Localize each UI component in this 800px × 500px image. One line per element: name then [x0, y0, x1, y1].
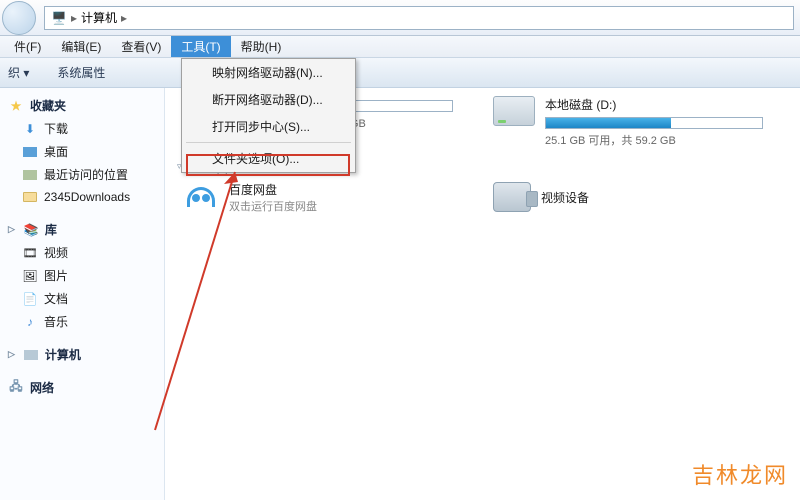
document-icon: 📄	[22, 291, 38, 307]
sidebar-item-documents[interactable]: 📄 文档	[0, 287, 164, 310]
picture-icon: 🖼	[22, 268, 38, 284]
library-icon: 📚	[23, 222, 39, 238]
sidebar-libraries[interactable]: ▷ 📚 库	[0, 218, 164, 241]
menu-separator	[186, 142, 351, 143]
menu-edit[interactable]: 编辑(E)	[51, 36, 111, 57]
toolbar-system-properties[interactable]: 系统属性	[57, 64, 105, 81]
sidebar-item-label: 最近访问的位置	[44, 166, 128, 183]
back-button[interactable]	[2, 1, 36, 35]
sidebar-libraries-label: 库	[45, 221, 57, 238]
expand-icon: ▷	[8, 224, 15, 235]
toolbar-organize[interactable]: 织 ▾	[8, 64, 29, 81]
desktop-icon	[22, 144, 38, 160]
network-icon: 🖧	[8, 380, 24, 396]
sidebar: ★ 收藏夹 ⬇ 下载 桌面 最近访问的位置 2345Downloads ▷	[0, 88, 165, 500]
folder-icon	[22, 189, 38, 205]
address-bar[interactable]: 🖥️ ▸ 计算机 ▸	[44, 6, 794, 30]
menu-map-network-drive[interactable]: 映射网络驱动器(N)...	[182, 59, 355, 86]
titlebar: 🖥️ ▸ 计算机 ▸	[0, 0, 800, 36]
menu-view[interactable]: 查看(V)	[111, 36, 171, 57]
menu-file[interactable]: 件(F)	[4, 36, 51, 57]
watermark: 吉林龙网	[692, 458, 788, 490]
sidebar-computer-label: 计算机	[45, 346, 81, 363]
sidebar-network[interactable]: 🖧 网络	[0, 376, 164, 399]
sidebar-item-label: 视频	[44, 244, 68, 261]
item-baidu-netdisk[interactable]: 百度网盘 双击运行百度网盘	[183, 179, 453, 215]
toolbar: 织 ▾ 系统属性 打开控制面板	[0, 58, 800, 88]
sidebar-item-downloads[interactable]: ⬇ 下载	[0, 117, 164, 140]
expand-icon: ▷	[8, 349, 15, 360]
star-icon: ★	[8, 98, 24, 114]
drive-usage-bar	[545, 117, 763, 129]
sidebar-item-pictures[interactable]: 🖼 图片	[0, 264, 164, 287]
recent-icon	[22, 167, 38, 183]
breadcrumb-location[interactable]: 计算机	[81, 9, 117, 26]
sidebar-item-label: 文档	[44, 290, 68, 307]
sidebar-favorites[interactable]: ★ 收藏夹	[0, 94, 164, 117]
sidebar-favorites-label: 收藏夹	[30, 97, 66, 114]
item-title: 视频设备	[541, 189, 589, 206]
main-area: ★ 收藏夹 ⬇ 下载 桌面 最近访问的位置 2345Downloads ▷	[0, 88, 800, 500]
drive-free-text: 25.1 GB 可用，共 59.2 GB	[545, 132, 763, 148]
menu-tools[interactable]: 工具(T)	[171, 36, 230, 57]
sidebar-item-label: 2345Downloads	[44, 190, 130, 204]
sidebar-item-2345downloads[interactable]: 2345Downloads	[0, 186, 164, 208]
music-icon: ♪	[22, 314, 38, 330]
sidebar-item-music[interactable]: ♪ 音乐	[0, 310, 164, 333]
computer-icon	[23, 347, 39, 363]
menu-open-sync-center[interactable]: 打开同步中心(S)...	[182, 113, 355, 140]
sidebar-item-label: 下载	[44, 120, 68, 137]
menu-bar: 件(F) 编辑(E) 查看(V) 工具(T) 帮助(H)	[0, 36, 800, 58]
item-subtitle: 双击运行百度网盘	[229, 198, 317, 214]
computer-icon: 🖥️	[51, 10, 67, 26]
menu-folder-options[interactable]: 文件夹选项(O)...	[182, 145, 355, 172]
tools-dropdown: 映射网络驱动器(N)... 断开网络驱动器(D)... 打开同步中心(S)...…	[181, 58, 356, 173]
sidebar-item-videos[interactable]: 🎞 视频	[0, 241, 164, 264]
item-video-device[interactable]: 视频设备	[493, 179, 763, 215]
download-icon: ⬇	[22, 121, 38, 137]
sidebar-item-label: 音乐	[44, 313, 68, 330]
menu-help[interactable]: 帮助(H)	[231, 36, 292, 57]
sidebar-item-desktop[interactable]: 桌面	[0, 140, 164, 163]
sidebar-item-label: 桌面	[44, 143, 68, 160]
video-icon: 🎞	[22, 245, 38, 261]
sidebar-computer[interactable]: ▷ 计算机	[0, 343, 164, 366]
sidebar-network-label: 网络	[30, 379, 54, 396]
camera-icon	[493, 182, 531, 212]
drive-d[interactable]: 本地磁盘 (D:) 25.1 GB 可用，共 59.2 GB	[493, 96, 763, 148]
drive-icon	[493, 96, 535, 126]
sidebar-item-recent[interactable]: 最近访问的位置	[0, 163, 164, 186]
item-title: 百度网盘	[229, 181, 317, 198]
breadcrumb-sep: ▸	[71, 11, 77, 25]
menu-disconnect-network-drive[interactable]: 断开网络驱动器(D)...	[182, 86, 355, 113]
sidebar-item-label: 图片	[44, 267, 68, 284]
baidu-icon	[183, 179, 219, 215]
breadcrumb-sep: ▸	[121, 11, 127, 25]
drive-title: 本地磁盘 (D:)	[545, 96, 763, 113]
